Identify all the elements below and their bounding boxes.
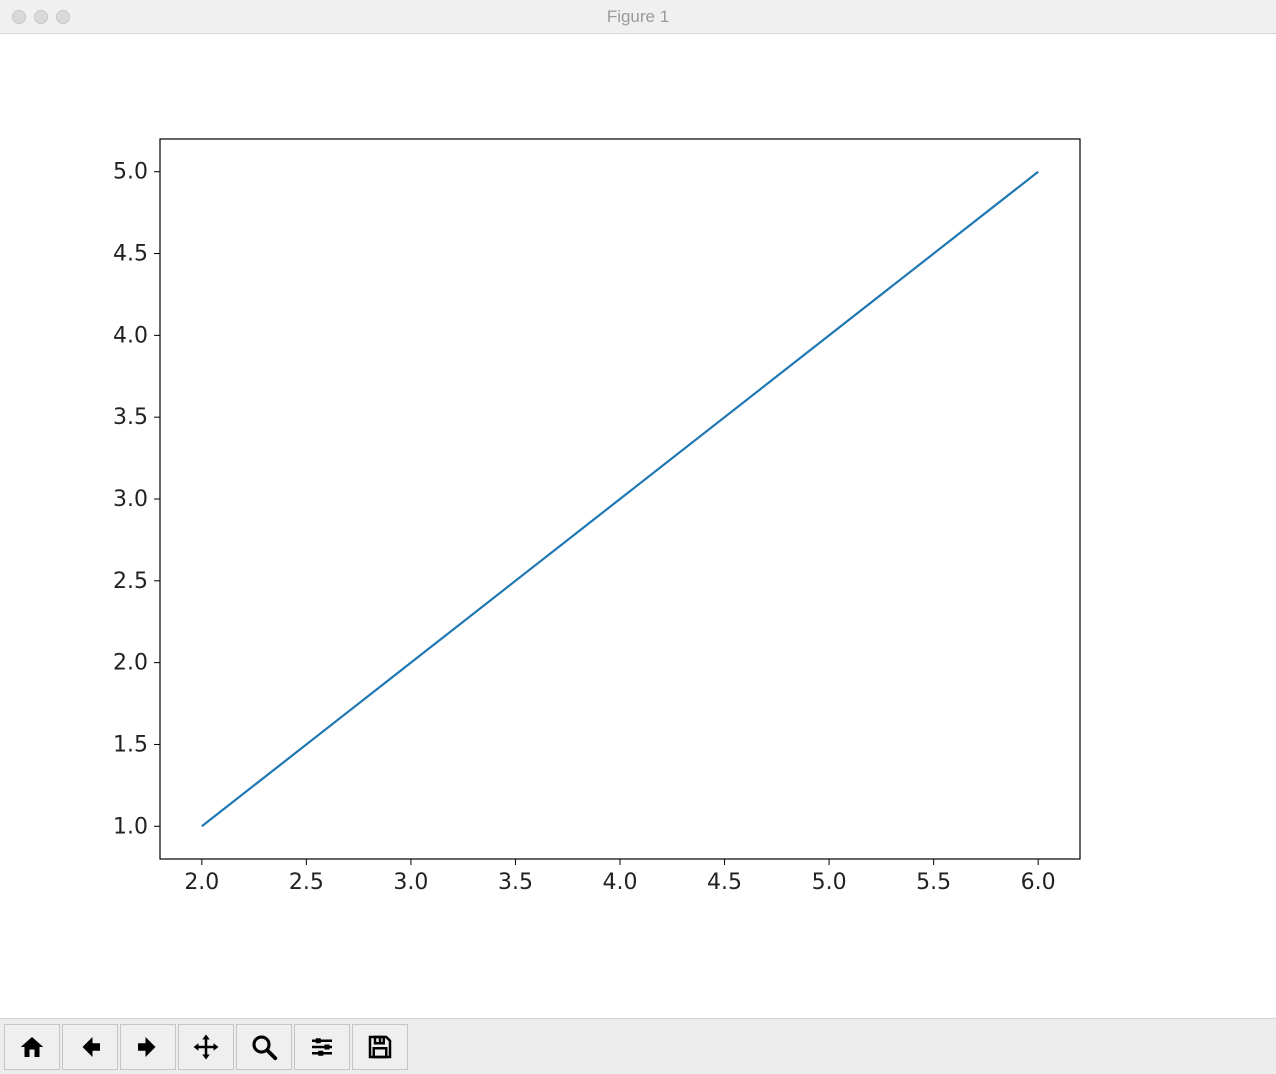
titlebar: Figure 1	[0, 0, 1276, 34]
save-button[interactable]	[352, 1024, 408, 1070]
configure-button[interactable]	[294, 1024, 350, 1070]
x-tick-label: 6.0	[1021, 870, 1056, 895]
y-tick-label: 2.0	[113, 651, 148, 676]
y-tick-label: 4.5	[113, 242, 148, 267]
save-icon	[365, 1032, 395, 1062]
forward-button[interactable]	[120, 1024, 176, 1070]
arrow-right-icon	[133, 1032, 163, 1062]
home-icon	[17, 1032, 47, 1062]
arrow-left-icon	[75, 1032, 105, 1062]
y-tick-label: 2.5	[113, 569, 148, 594]
y-tick-label: 3.5	[113, 405, 148, 430]
x-tick-label: 2.5	[289, 870, 324, 895]
y-tick-label: 1.5	[113, 732, 148, 757]
sliders-icon	[307, 1032, 337, 1062]
y-tick-label: 4.0	[113, 323, 148, 348]
window-title: Figure 1	[0, 7, 1276, 27]
pan-button[interactable]	[178, 1024, 234, 1070]
back-button[interactable]	[62, 1024, 118, 1070]
search-icon	[249, 1032, 279, 1062]
home-button[interactable]	[4, 1024, 60, 1070]
y-tick-label: 5.0	[113, 160, 148, 185]
move-icon	[191, 1032, 221, 1062]
zoom-button[interactable]	[236, 1024, 292, 1070]
y-tick-label: 1.0	[113, 814, 148, 839]
y-tick-label: 3.0	[113, 487, 148, 512]
navigation-toolbar	[0, 1018, 1276, 1074]
x-tick-label: 5.5	[916, 870, 951, 895]
data-line	[202, 172, 1038, 827]
x-tick-label: 4.5	[707, 870, 742, 895]
x-tick-label: 2.0	[184, 870, 219, 895]
plot-canvas[interactable]: 2.0 2.5 3.0 3.5 4.0 4.5 5.0 5.5 6.0 1.0 1.5 2.0 2.5 3…	[0, 34, 1276, 1018]
x-tick-label: 3.5	[498, 870, 533, 895]
x-tick-label: 4.0	[603, 870, 638, 895]
line-chart: 2.0 2.5 3.0 3.5 4.0 4.5 5.0 5.5 6.0 1.0 1.5 2.0 2.5 3…	[0, 34, 1276, 1018]
figure-window: Figure 1 2.0 2.5 3.0 3.5 4.0 4.5 5.0 5.5 6.0 1.0 1…	[0, 0, 1276, 1074]
x-tick-label: 5.0	[812, 870, 847, 895]
x-tick-label: 3.0	[393, 870, 428, 895]
